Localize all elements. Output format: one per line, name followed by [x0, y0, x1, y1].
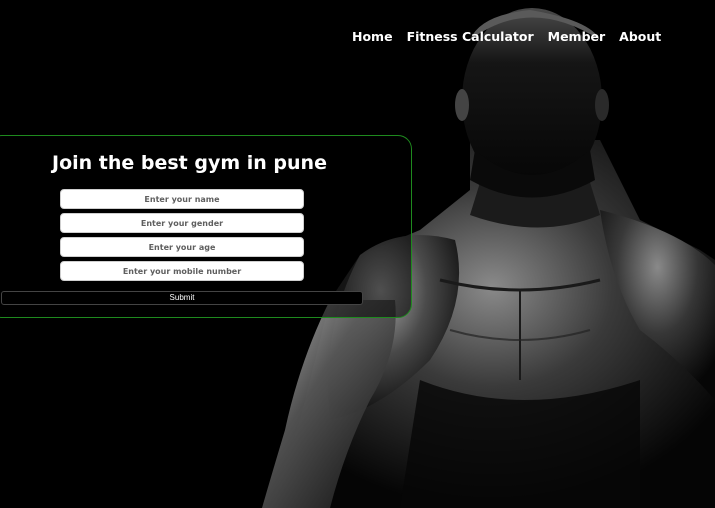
nav-fitness-calculator-link[interactable]: Fitness Calculator [407, 29, 534, 44]
age-input[interactable] [60, 237, 304, 257]
main-nav: Home Fitness Calculator Member About [352, 29, 661, 44]
page: Home Fitness Calculator Member About Joi… [0, 0, 715, 508]
nav-about-link[interactable]: About [619, 29, 661, 44]
gender-input[interactable] [60, 213, 304, 233]
mobile-number-input[interactable] [60, 261, 304, 281]
form-title: Join the best gym in pune [52, 152, 327, 174]
submit-button[interactable]: Submit [1, 291, 363, 305]
name-input[interactable] [60, 189, 304, 209]
nav-member-link[interactable]: Member [548, 29, 606, 44]
nav-home-link[interactable]: Home [352, 29, 393, 44]
